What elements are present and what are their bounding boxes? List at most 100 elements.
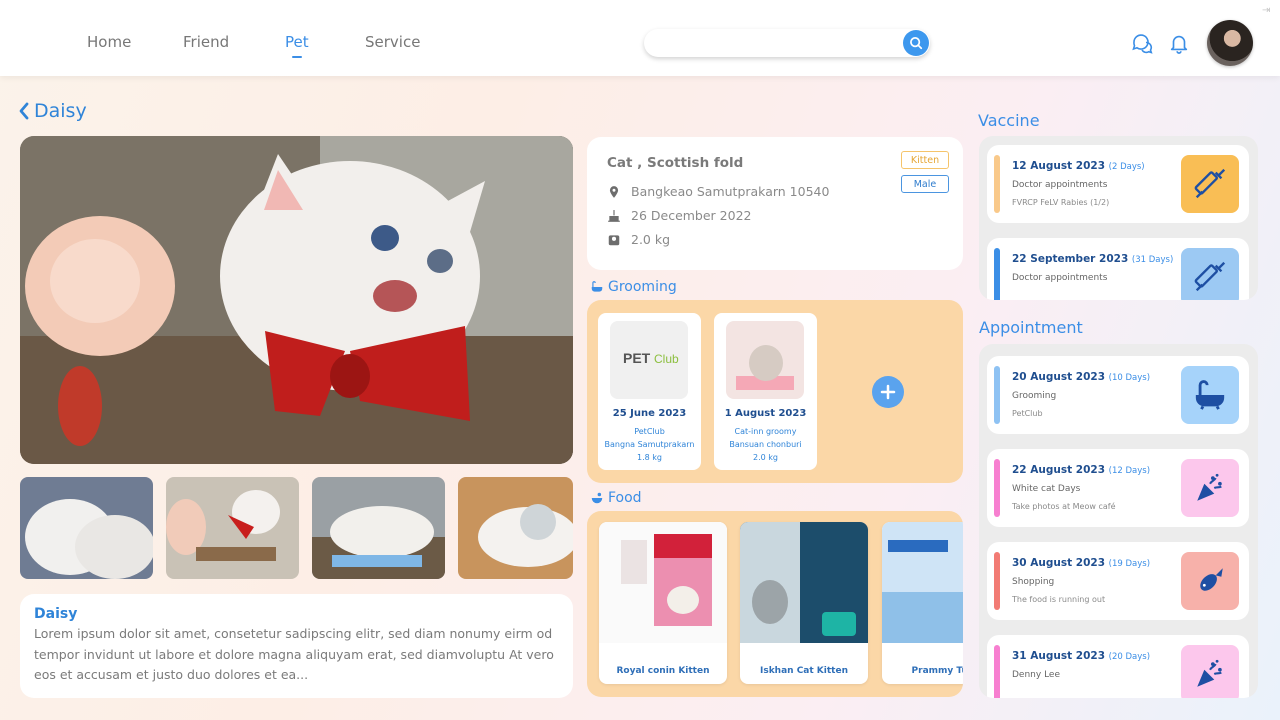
description-text: Lorem ipsum dolor sit amet, consetetur s…	[34, 626, 554, 682]
pet-location: Bangkeao Samutprakarn 10540	[631, 184, 830, 199]
chevron-left-icon	[19, 102, 29, 120]
appointment-section-title: Appointment	[979, 318, 1083, 337]
food-card[interactable]: Iskhan Cat Kitten	[740, 522, 868, 684]
event-color-bar	[994, 155, 1000, 213]
event-icon-box	[1181, 155, 1239, 213]
event-subtitle: PetClub	[1012, 409, 1043, 418]
vaccine-card[interactable]: 12 August 2023 (2 Days) Doctor appointme…	[987, 145, 1249, 223]
event-date: 22 September 2023 (31 Days)	[1012, 253, 1174, 265]
location-pin-icon	[609, 185, 619, 198]
weight-row: 2.0 kg	[607, 232, 670, 247]
active-nav-indicator	[292, 56, 302, 58]
back-button[interactable]: Daisy	[18, 100, 87, 122]
food-section-title: Food	[590, 490, 642, 506]
pet-thumbnail-4[interactable]	[458, 477, 573, 579]
appointment-card[interactable]: 22 August 2023 (12 Days) White cat Days …	[987, 449, 1249, 527]
chat-button[interactable]	[1129, 30, 1155, 56]
event-title: White cat Days	[1012, 484, 1081, 494]
grooming-location: Bansuan chonburi	[729, 440, 802, 449]
grooming-date: 1 August 2023	[724, 408, 807, 419]
event-icon-box	[1181, 645, 1239, 698]
bell-icon	[1170, 35, 1188, 54]
food-bowl-icon	[591, 492, 603, 504]
pet-name-title: Daisy	[34, 100, 87, 122]
grooming-place: Cat-inn groomy	[734, 427, 797, 436]
pet-birthday: 26 December 2022	[631, 208, 752, 223]
syringe-icon	[1194, 261, 1226, 292]
logout-icon[interactable]: ⇥	[1262, 5, 1270, 16]
svg-text:Club: Club	[654, 352, 679, 366]
event-title: Denny Lee	[1012, 670, 1060, 680]
notification-button[interactable]	[1166, 30, 1192, 56]
age-tag: Kitten	[901, 151, 949, 169]
royal-canin-package	[599, 522, 727, 643]
appointment-card[interactable]: 20 August 2023 (10 Days) Grooming PetClu…	[987, 356, 1249, 434]
grooming-place: PetClub	[634, 427, 665, 436]
appointment-panel: 20 August 2023 (10 Days) Grooming PetClu…	[979, 344, 1258, 698]
petclub-logo: PET Club	[610, 321, 688, 399]
nav-link-service[interactable]: Service	[365, 33, 420, 51]
syringe-icon	[1194, 168, 1226, 199]
event-date: 31 August 2023 (20 Days)	[1012, 650, 1151, 662]
bathtub-icon	[591, 281, 603, 292]
food-name: Royal conin Kitten	[616, 666, 710, 676]
grooming-panel: PET Club 25 June 2023 PetClub Bangna Samu…	[587, 300, 963, 483]
chat-bubbles-icon	[1132, 34, 1153, 54]
cat-inn-photo	[726, 321, 804, 399]
gender-tag: Male	[901, 175, 949, 193]
event-date: 22 August 2023 (12 Days)	[1012, 464, 1151, 476]
pet-thumbnail-3[interactable]	[312, 477, 445, 579]
event-color-bar	[994, 552, 1000, 610]
event-title: Shopping	[1012, 577, 1055, 587]
grooming-card[interactable]: PET Club 25 June 2023 PetClub Bangna Samu…	[598, 313, 701, 470]
bathtub-icon	[1195, 380, 1225, 410]
top-navigation-bar: Home Friend Pet Service ⇥	[0, 0, 1280, 76]
grooming-weight: 2.0 kg	[753, 453, 778, 462]
birthday-cake-icon	[608, 209, 620, 222]
birthday-row: 26 December 2022	[607, 208, 751, 223]
event-color-bar	[994, 248, 1000, 300]
description-title: Daisy	[34, 606, 78, 622]
pet-weight: 2.0 kg	[631, 232, 671, 247]
event-color-bar	[994, 366, 1000, 424]
nav-link-friend[interactable]: Friend	[183, 33, 229, 51]
pet-thumbnail-1[interactable]	[20, 477, 153, 579]
add-grooming-button[interactable]	[872, 376, 904, 408]
pet-thumbnail-2[interactable]	[166, 477, 299, 579]
grooming-card[interactable]: 1 August 2023 Cat-inn groomy Bansuan cho…	[714, 313, 817, 470]
food-name: Prammy Tuna	[911, 666, 963, 676]
fish-icon	[1200, 568, 1223, 591]
grooming-location: Bangna Samutprakarn	[604, 440, 695, 449]
search-button[interactable]	[903, 30, 929, 56]
event-icon-box	[1181, 459, 1239, 517]
grooming-date: 25 June 2023	[612, 408, 687, 419]
iskhan-package	[740, 522, 868, 643]
party-popper-icon	[1197, 473, 1222, 501]
svg-text:PET: PET	[623, 350, 651, 366]
event-date: 30 August 2023 (19 Days)	[1012, 557, 1151, 569]
vaccine-card[interactable]: 22 September 2023 (31 Days) Doctor appoi…	[987, 238, 1249, 300]
event-date: 20 August 2023 (10 Days)	[1012, 371, 1151, 383]
event-icon-box	[1181, 552, 1239, 610]
search-input[interactable]	[644, 29, 930, 57]
appointment-card[interactable]: 30 August 2023 (19 Days) Shopping The fo…	[987, 542, 1249, 620]
food-card[interactable]: Prammy Tuna	[882, 522, 963, 684]
event-title: Doctor appointments	[1012, 180, 1108, 190]
search-icon	[910, 37, 923, 50]
prammy-package	[882, 522, 963, 643]
event-subtitle: The food is running out	[1012, 595, 1106, 604]
user-avatar[interactable]	[1207, 20, 1253, 66]
location-row: Bangkeao Samutprakarn 10540	[607, 184, 829, 199]
plus-icon	[880, 384, 896, 400]
vaccine-panel: 12 August 2023 (2 Days) Doctor appointme…	[979, 136, 1258, 300]
food-card[interactable]: Royal conin Kitten	[599, 522, 727, 684]
event-date: 12 August 2023 (2 Days)	[1012, 160, 1145, 172]
appointment-card[interactable]: 31 August 2023 (20 Days) Denny Lee	[987, 635, 1249, 698]
nav-link-home[interactable]: Home	[87, 33, 131, 51]
grooming-weight: 1.8 kg	[637, 453, 662, 462]
nav-link-pet[interactable]: Pet	[285, 33, 309, 51]
event-title: Doctor appointments	[1012, 273, 1108, 283]
food-panel: Royal conin Kitten Iskhan Cat Kitten Pra…	[587, 511, 963, 697]
event-subtitle: FVRCP FeLV Rabies (1/2)	[1012, 198, 1110, 207]
event-icon-box	[1181, 248, 1239, 300]
